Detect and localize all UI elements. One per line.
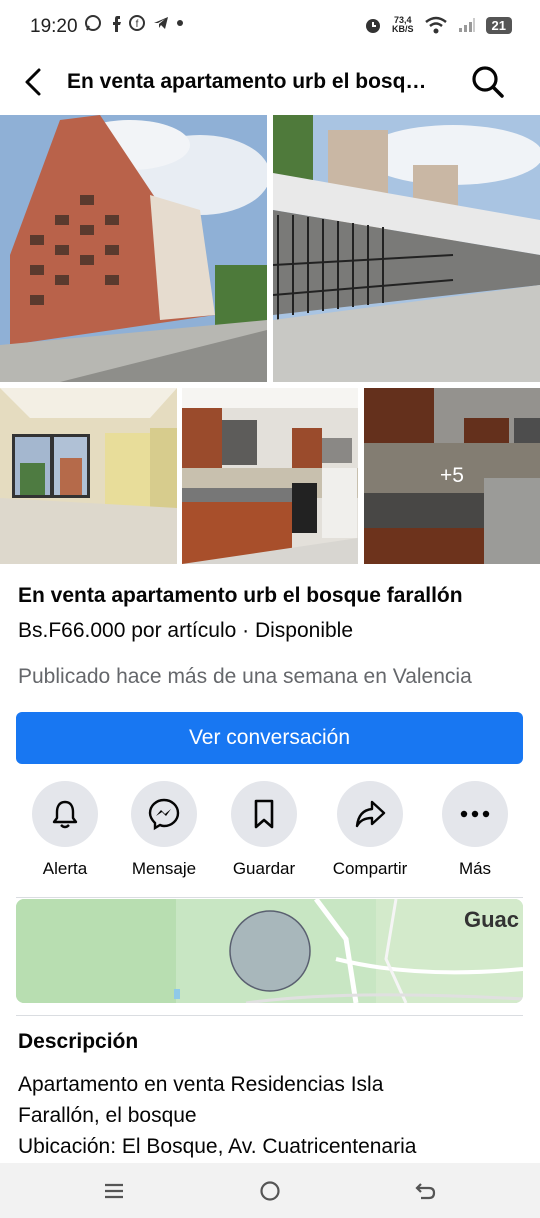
message-button[interactable]: Mensaje (114, 781, 214, 879)
back-system-button[interactable] (412, 1177, 440, 1205)
save-circle[interactable] (231, 781, 297, 847)
photo-parking-gate[interactable] (273, 115, 540, 382)
description-line: Apartamento en venta Residencias Isla (18, 1073, 384, 1096)
recents-icon (105, 1183, 123, 1199)
system-navigation-bar (0, 1163, 540, 1218)
photo-building-exterior[interactable] (0, 115, 267, 382)
svg-text:f: f (136, 19, 139, 30)
save-label: Guardar (232, 859, 296, 878)
home-icon (260, 1181, 280, 1201)
messenger-icon (148, 798, 180, 831)
message-circle[interactable] (131, 781, 197, 847)
listing-title: En venta apartamento urb el bosque faral… (18, 584, 463, 607)
net-speed: 73,4 KB/S (392, 16, 414, 34)
alert-circle[interactable] (32, 781, 98, 847)
system-indicators: 73,4 KB/S 21 (364, 16, 512, 34)
recents-button[interactable] (100, 1177, 128, 1205)
parking-gate-image (273, 115, 540, 382)
top-app-bar: En venta apartamento urb el bosque faral… (0, 58, 540, 112)
dot-icon (177, 20, 183, 26)
photo-kitchen[interactable] (182, 388, 358, 564)
search-button[interactable] (470, 64, 506, 100)
telegram-icon (154, 17, 168, 29)
map-place-label: Guac (464, 907, 520, 932)
whatsapp-icon (85, 15, 101, 31)
share-label: Compartir (332, 859, 408, 878)
messenger-icon: f (129, 15, 145, 31)
share-button[interactable]: Compartir (320, 781, 420, 879)
wifi-icon (424, 16, 447, 34)
battery-icon: 21 (485, 16, 512, 34)
home-button[interactable] (256, 1177, 284, 1205)
bookmark-icon (254, 799, 274, 829)
listing-price: Bs.F66.000 por artículo · Disponible (18, 619, 354, 642)
view-conversation-button[interactable]: Ver conversación (16, 712, 523, 764)
more-button[interactable]: Más (425, 781, 525, 879)
photo-kitchen-detail[interactable]: +5 (364, 388, 540, 564)
map-image (16, 899, 523, 1003)
back-button[interactable] (18, 66, 50, 98)
divider (16, 897, 523, 898)
alarm-icon (366, 19, 381, 33)
description-heading: Descripción (18, 1030, 139, 1053)
more-circle[interactable] (442, 781, 508, 847)
facebook-icon (113, 16, 121, 32)
net-speed-unit: KB/S (392, 24, 414, 34)
description-line: Ubicación: El Bosque, Av. Cuatricentenar… (18, 1135, 417, 1158)
photo-living-room[interactable] (0, 388, 177, 564)
status-time: 19:20 (30, 16, 78, 37)
notification-icons: f (84, 14, 184, 32)
page-title: En venta apartamento urb el bosque faral… (67, 70, 439, 93)
alert-button[interactable]: Alerta (15, 781, 115, 879)
living-room-image (0, 388, 177, 564)
more-photos-overlay[interactable]: +5 (364, 388, 540, 564)
save-button[interactable]: Guardar (214, 781, 314, 879)
share-icon (355, 800, 386, 828)
share-circle[interactable] (337, 781, 403, 847)
more-photos-count: +5 (440, 464, 464, 487)
back-system-icon (415, 1183, 436, 1200)
back-arrow-icon (25, 68, 41, 96)
message-label: Mensaje (131, 859, 197, 878)
more-label: Más (458, 859, 492, 878)
description-line: Farallón, el bosque (18, 1104, 197, 1127)
bell-icon (52, 800, 78, 829)
status-bar: 19:20 f 73,4 KB/S 21 (0, 0, 540, 58)
more-icon (460, 810, 490, 818)
signal-icon (458, 18, 475, 32)
listing-posted-location[interactable]: Publicado hace más de una semana en Vale… (18, 665, 518, 689)
location-map[interactable]: Guac (16, 899, 523, 1003)
kitchen-image (182, 388, 358, 564)
divider (16, 1015, 523, 1016)
building-exterior-image (0, 115, 267, 382)
alert-label: Alerta (42, 859, 88, 878)
search-icon (472, 66, 504, 98)
